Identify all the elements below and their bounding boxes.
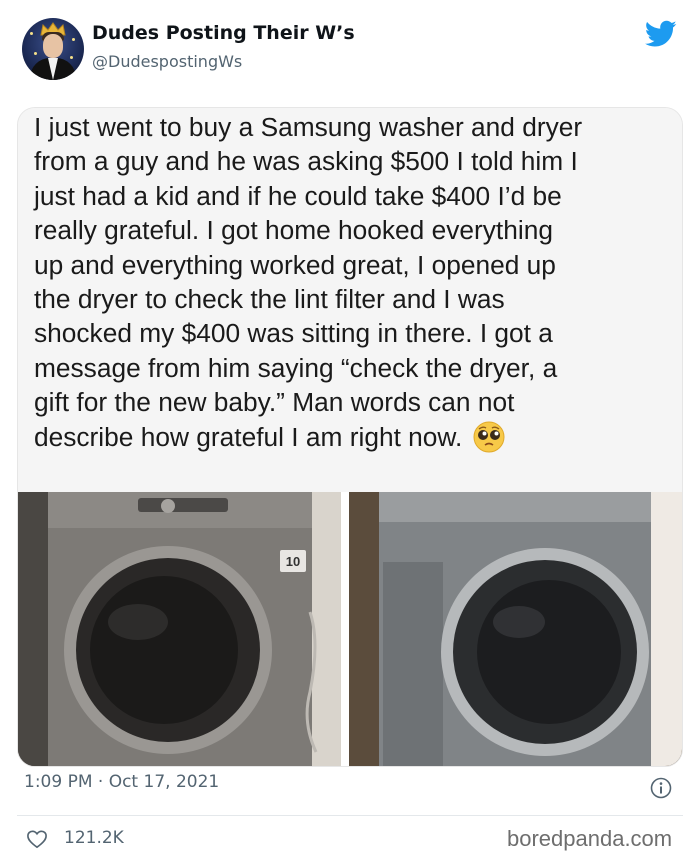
info-icon[interactable] [650, 777, 672, 799]
capacity-badge-text: 10 [286, 554, 300, 569]
post-line: up and everything worked great, I opened… [34, 249, 556, 280]
post-line: really grateful. I got home hooked every… [34, 215, 553, 246]
post-line: message from him saying “check the dryer… [34, 352, 558, 383]
post-line: from a guy and he was asking $500 I told… [34, 146, 578, 177]
tweet-media[interactable]: I just went to buy a Samsung washer and … [17, 107, 683, 767]
like-count[interactable]: 121.2K [64, 828, 124, 848]
tweet-timestamp[interactable]: 1:09 PM · Oct 17, 2021 [24, 772, 219, 792]
post-line: shocked my $400 was sitting in there. I … [34, 318, 553, 349]
tweet-header: Dudes Posting Their W’s @DudespostingWs [0, 0, 700, 100]
watermark: boredpanda.com [507, 826, 673, 851]
handle[interactable]: @DudespostingWs [92, 52, 242, 71]
post-line: the dryer to check the lint filter and I… [34, 284, 505, 315]
post-line: just had a kid and if he could take $400… [34, 180, 562, 211]
display-name[interactable]: Dudes Posting Their W’s [92, 22, 355, 44]
post-line: I just went to buy a Samsung washer and … [34, 112, 583, 142]
photo-divider [341, 492, 349, 766]
post-line-last: describe how grateful I am right now. [34, 420, 668, 454]
washer-illustration: 10 [18, 492, 341, 766]
heart-icon[interactable] [26, 829, 48, 849]
pleading-face-emoji-icon [473, 421, 505, 453]
twitter-bird-icon [645, 20, 677, 47]
washer-photo[interactable]: 10 [18, 492, 341, 766]
post-line: gift for the new baby.” Man words can no… [34, 387, 515, 418]
screenshot-post-text: I just went to buy a Samsung washer and … [18, 108, 682, 492]
dryer-illustration [349, 492, 682, 766]
dryer-photo[interactable] [349, 492, 682, 766]
avatar[interactable] [22, 18, 84, 80]
post-line: describe how grateful I am right now. [34, 421, 463, 452]
divider [17, 815, 683, 816]
